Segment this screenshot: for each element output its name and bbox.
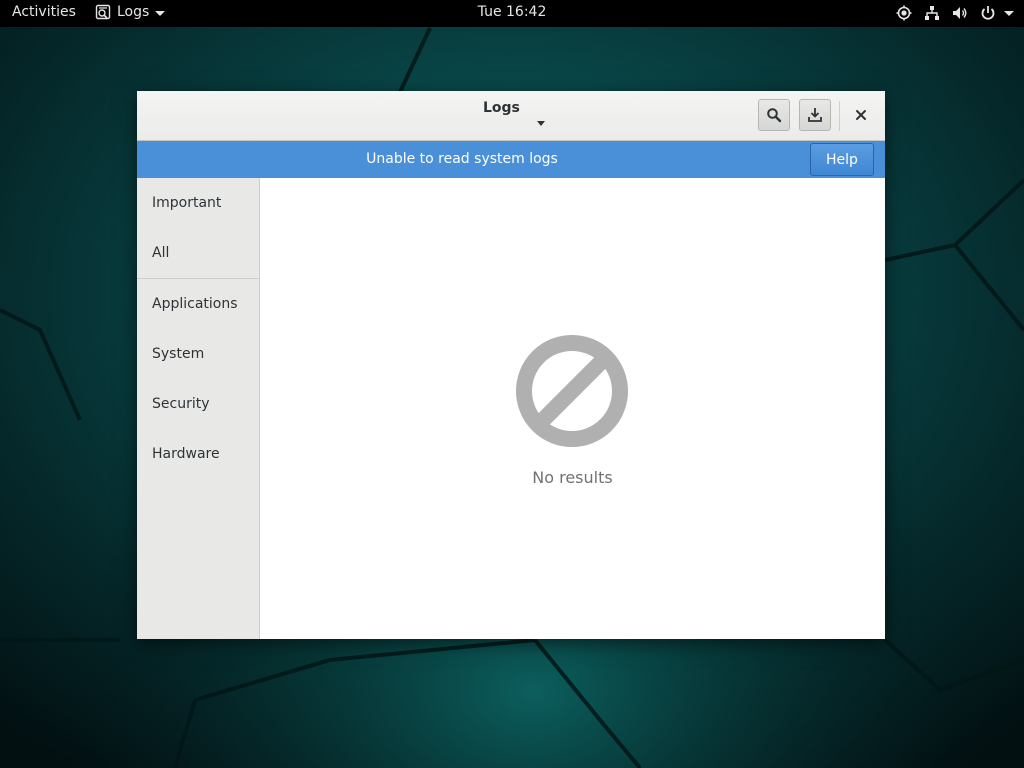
clock-label[interactable]: Tue 16:42 bbox=[478, 4, 547, 20]
no-results-label: No results bbox=[532, 468, 613, 487]
header-separator bbox=[839, 101, 840, 131]
window-title: Logs bbox=[483, 100, 520, 116]
sidebar: Important All Applications System Securi… bbox=[137, 178, 260, 639]
sidebar-divider bbox=[137, 278, 259, 279]
log-list-area: No results bbox=[260, 178, 885, 639]
logs-window: Logs Unable to read system logs Help Imp bbox=[137, 91, 885, 639]
sidebar-item-security[interactable]: Security bbox=[152, 396, 210, 412]
search-button[interactable] bbox=[758, 99, 790, 131]
sidebar-item-all[interactable]: All bbox=[152, 245, 169, 261]
clock[interactable]: Tue 16:42 bbox=[0, 4, 1024, 20]
close-icon bbox=[856, 110, 866, 120]
power-icon bbox=[981, 6, 995, 20]
chevron-down-icon bbox=[537, 121, 545, 126]
search-icon bbox=[767, 108, 782, 123]
location-icon bbox=[896, 5, 912, 21]
info-bar-message: Unable to read system logs bbox=[366, 151, 558, 167]
close-button[interactable] bbox=[849, 103, 873, 127]
network-icon bbox=[925, 6, 939, 20]
sidebar-item-system[interactable]: System bbox=[152, 346, 204, 362]
export-icon bbox=[808, 108, 822, 122]
sidebar-item-applications[interactable]: Applications bbox=[152, 296, 238, 312]
status-area[interactable] bbox=[884, 5, 1014, 21]
view-menu-button[interactable]: Logs bbox=[483, 99, 553, 129]
top-bar: Activities Logs Tue 16:42 bbox=[0, 0, 1024, 27]
volume-icon bbox=[953, 7, 967, 19]
header-bar: Logs bbox=[137, 91, 885, 141]
sidebar-item-important[interactable]: Important bbox=[152, 195, 221, 211]
export-button[interactable] bbox=[799, 99, 831, 131]
chevron-down-icon bbox=[1004, 10, 1014, 16]
help-button[interactable]: Help bbox=[810, 143, 874, 176]
info-bar: Unable to read system logs Help bbox=[137, 141, 885, 178]
no-results-icon bbox=[516, 335, 628, 447]
sidebar-item-hardware[interactable]: Hardware bbox=[152, 446, 220, 462]
